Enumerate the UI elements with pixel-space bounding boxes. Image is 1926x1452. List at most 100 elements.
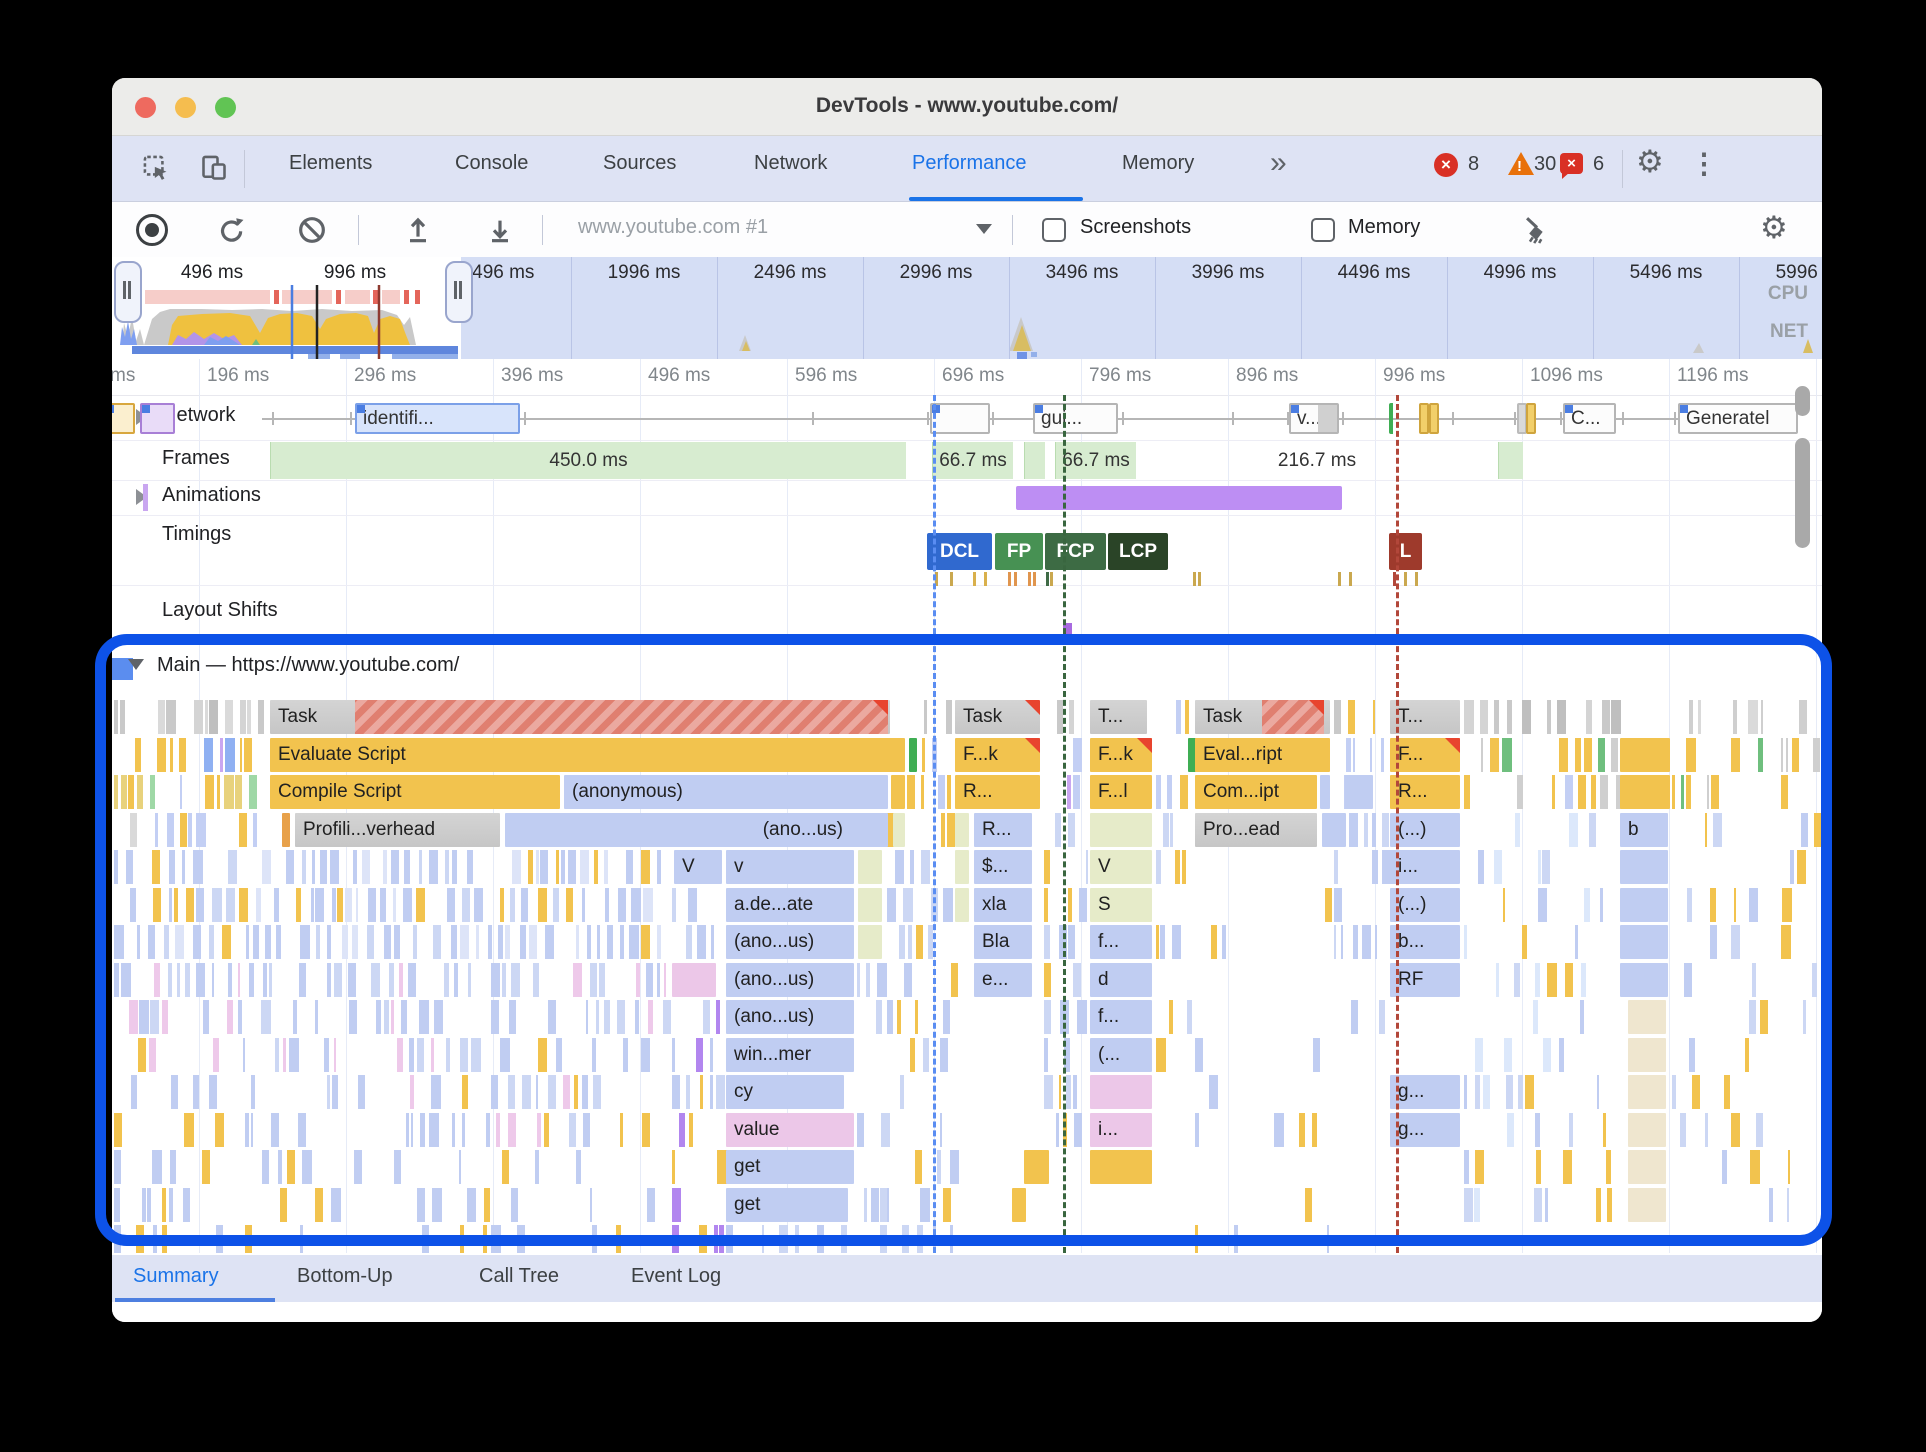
network-request[interactable] — [140, 403, 175, 434]
issues-count[interactable]: 6 — [1593, 153, 1604, 176]
flame-segment[interactable]: Eval...ript — [1195, 737, 1330, 772]
detail-tab-summary[interactable]: Summary — [133, 1265, 219, 1288]
device-toolbar-icon[interactable] — [200, 154, 228, 182]
network-request[interactable] — [1419, 403, 1429, 434]
network-request[interactable]: identifi... — [355, 403, 520, 434]
flame-segment[interactable] — [1090, 812, 1152, 847]
flame-segment[interactable]: (...) — [1390, 887, 1460, 922]
flame-segment[interactable] — [1090, 1150, 1152, 1184]
flame-segment[interactable]: d — [1090, 962, 1152, 997]
kebab-menu-icon[interactable]: ⋮ — [1690, 147, 1718, 180]
flame-segment[interactable]: Task — [270, 700, 890, 734]
flame-segment[interactable] — [1620, 850, 1668, 884]
tab-memory[interactable]: Memory — [1122, 152, 1194, 175]
network-request[interactable] — [1429, 403, 1439, 434]
flame-segment[interactable]: (... — [1090, 1037, 1152, 1072]
flame-segment[interactable]: i... — [1090, 1112, 1152, 1147]
inspect-icon[interactable] — [142, 154, 170, 182]
timing-marker-l[interactable]: L — [1389, 533, 1422, 570]
flame-segment[interactable] — [893, 812, 905, 847]
flame-segment[interactable] — [858, 850, 882, 884]
reload-record-button[interactable] — [216, 214, 246, 244]
flame-segment[interactable]: i... — [1390, 850, 1460, 884]
flame-segment[interactable] — [1620, 887, 1668, 922]
flame-segment[interactable] — [1090, 1075, 1152, 1109]
scrollbar-thumb[interactable] — [1795, 386, 1810, 416]
flame-segment[interactable]: Evaluate Script — [270, 737, 905, 772]
scrollbar-thumb[interactable] — [1795, 438, 1810, 548]
flame-segment[interactable] — [1012, 1187, 1026, 1222]
flame-segment[interactable]: f... — [1090, 1000, 1152, 1034]
error-count-icon[interactable]: × — [1434, 153, 1458, 177]
flame-segment[interactable]: b — [1620, 812, 1668, 847]
flame-segment[interactable]: Compile Script — [270, 775, 560, 809]
flame-segment[interactable] — [1620, 775, 1670, 809]
flame-segment[interactable] — [891, 775, 905, 809]
record-button[interactable] — [136, 214, 168, 246]
flame-segment[interactable] — [1322, 812, 1346, 847]
flame-segment[interactable]: Profili...verhead — [295, 812, 500, 847]
tab-console[interactable]: Console — [455, 152, 528, 175]
flame-segment[interactable]: V — [674, 850, 722, 884]
flame-segment[interactable] — [1620, 737, 1670, 772]
flame-segment[interactable] — [1628, 1150, 1666, 1184]
flame-segment[interactable] — [909, 737, 917, 772]
tab-performance[interactable]: Performance — [912, 152, 1027, 175]
flame-segment[interactable]: R... — [1390, 775, 1460, 809]
frame-duration[interactable] — [1498, 442, 1523, 479]
flame-segment[interactable]: Com...ipt — [1195, 775, 1317, 809]
main-thread-flame-chart[interactable]: Main — https://www.youtube.com/ Task Task… — [112, 640, 1822, 1253]
detail-tab-event-log[interactable]: Event Log — [631, 1265, 721, 1288]
flame-segment[interactable] — [1024, 1150, 1049, 1184]
timing-marker-dcl[interactable]: DCL — [927, 533, 992, 570]
flame-segment[interactable]: Task — [1195, 700, 1330, 734]
flame-segment[interactable] — [955, 887, 969, 922]
flame-segment[interactable] — [1628, 1112, 1666, 1147]
warning-count[interactable]: 30 — [1534, 153, 1556, 176]
timeline-overview[interactable]: 496 ms 996 ms 1496 ms 1996 ms 2496 ms 2996 ms… — [112, 257, 1822, 360]
tab-elements[interactable]: Elements — [289, 152, 372, 175]
tab-network[interactable]: Network — [754, 152, 827, 175]
flame-segment[interactable]: Task — [955, 700, 1040, 734]
flame-segment[interactable] — [1628, 1187, 1666, 1222]
flame-segment[interactable]: $... — [974, 850, 1032, 884]
network-request[interactable] — [112, 403, 135, 434]
frame-duration[interactable] — [1024, 442, 1045, 479]
tab-sources[interactable]: Sources — [603, 152, 676, 175]
garbage-collect-icon[interactable] — [1520, 214, 1550, 244]
flame-segment[interactable]: a.de...ate — [726, 887, 854, 922]
flame-segment[interactable] — [672, 962, 716, 997]
error-count[interactable]: 8 — [1468, 153, 1479, 176]
memory-checkbox[interactable] — [1311, 218, 1335, 242]
flame-segment[interactable]: (ano...us) — [726, 925, 854, 959]
flame-segment[interactable]: get — [726, 1187, 848, 1222]
flame-segment[interactable]: (...) — [1390, 812, 1460, 847]
flame-segment[interactable]: v — [726, 850, 854, 884]
flame-segment[interactable] — [955, 850, 969, 884]
flame-segment[interactable]: e... — [974, 962, 1032, 997]
flame-segment[interactable]: RF — [1390, 962, 1460, 997]
frame-duration[interactable]: 450.0 ms — [270, 442, 906, 479]
flame-segment[interactable] — [282, 812, 290, 847]
detail-tab-bottom-up[interactable]: Bottom-Up — [297, 1265, 393, 1288]
save-profile-icon[interactable] — [484, 214, 514, 244]
flame-segment[interactable]: (ano...us) — [726, 962, 854, 997]
more-tabs-icon[interactable]: » — [1270, 146, 1287, 180]
chevron-down-icon[interactable] — [976, 224, 992, 234]
flame-segment[interactable] — [1620, 925, 1668, 959]
flame-segment[interactable]: F...k — [1090, 737, 1152, 772]
flame-segment[interactable]: (ano...us) — [726, 1000, 854, 1034]
flame-segment[interactable]: R... — [974, 812, 1032, 847]
layout-shifts-track[interactable]: Layout Shifts — [112, 585, 1822, 640]
network-request[interactable] — [930, 403, 990, 434]
collapse-main-icon[interactable] — [128, 659, 144, 670]
flame-segment[interactable]: win...mer — [726, 1037, 854, 1072]
flame-segment[interactable] — [955, 812, 969, 847]
flame-segment[interactable] — [1320, 775, 1330, 809]
timing-marker-lcp[interactable]: LCP — [1108, 533, 1168, 570]
timing-marker-fcp[interactable]: FCP — [1045, 533, 1106, 570]
flame-segment[interactable] — [1628, 1000, 1666, 1034]
network-request[interactable]: C... — [1563, 403, 1616, 434]
timing-marker-fp[interactable]: FP — [995, 533, 1043, 570]
flame-segment[interactable]: f... — [1090, 925, 1152, 959]
